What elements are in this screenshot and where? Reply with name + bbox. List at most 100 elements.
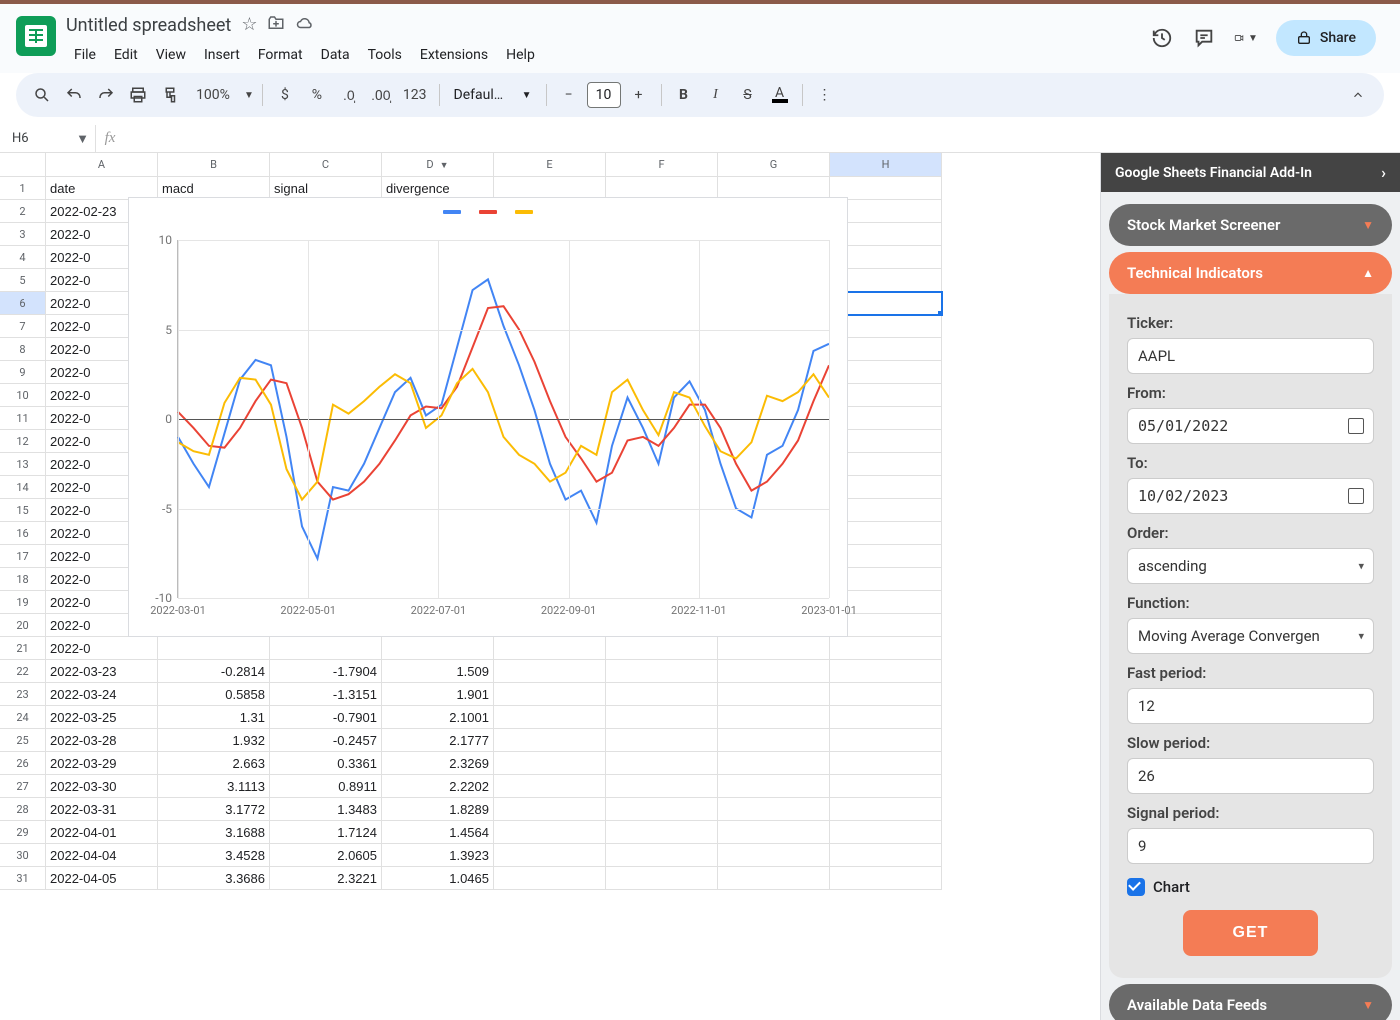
cell[interactable]: [606, 844, 718, 867]
cell[interactable]: [158, 637, 270, 660]
col-header-C[interactable]: C: [270, 153, 382, 177]
row-header[interactable]: 23: [0, 683, 46, 706]
cell[interactable]: 2.663: [158, 752, 270, 775]
cell[interactable]: [606, 798, 718, 821]
text-color-icon[interactable]: A: [766, 80, 794, 110]
to-input[interactable]: 10/02/2023: [1127, 478, 1374, 514]
cell[interactable]: [270, 637, 382, 660]
cell[interactable]: [830, 729, 942, 752]
cell[interactable]: [718, 775, 830, 798]
row-header[interactable]: 9: [0, 361, 46, 384]
cell[interactable]: 2022-03-30: [46, 775, 158, 798]
cell[interactable]: 1.0465: [382, 867, 494, 890]
menu-help[interactable]: Help: [498, 43, 543, 67]
history-icon[interactable]: [1150, 26, 1174, 50]
row-header[interactable]: 16: [0, 522, 46, 545]
cell[interactable]: 2022-03-28: [46, 729, 158, 752]
collapse-toolbar-icon[interactable]: [1344, 80, 1372, 110]
get-button[interactable]: GET: [1183, 910, 1319, 956]
undo-icon[interactable]: [60, 80, 88, 110]
menu-file[interactable]: File: [66, 43, 104, 67]
signal-input[interactable]: 9: [1127, 828, 1374, 864]
cell[interactable]: -1.7904: [270, 660, 382, 683]
cell[interactable]: 1.509: [382, 660, 494, 683]
row-header[interactable]: 17: [0, 545, 46, 568]
row-header[interactable]: 26: [0, 752, 46, 775]
decrease-decimal-icon[interactable]: .0̩: [335, 80, 363, 110]
cell[interactable]: [494, 844, 606, 867]
cell[interactable]: [830, 683, 942, 706]
cell[interactable]: [494, 637, 606, 660]
cell[interactable]: [606, 637, 718, 660]
row-header[interactable]: 21: [0, 637, 46, 660]
menu-format[interactable]: Format: [250, 43, 311, 67]
row-header[interactable]: 31: [0, 867, 46, 890]
font-inc-icon[interactable]: +: [625, 80, 653, 110]
menu-data[interactable]: Data: [313, 43, 358, 67]
cell[interactable]: 2.3221: [270, 867, 382, 890]
row-header[interactable]: 3: [0, 223, 46, 246]
row-header[interactable]: 15: [0, 499, 46, 522]
cell[interactable]: -1.3151: [270, 683, 382, 706]
cell[interactable]: [494, 683, 606, 706]
cell[interactable]: 3.1688: [158, 821, 270, 844]
share-button[interactable]: Share: [1276, 20, 1376, 56]
sheets-logo[interactable]: [16, 16, 56, 56]
search-icon[interactable]: [28, 80, 56, 110]
menu-extensions[interactable]: Extensions: [412, 43, 496, 67]
chart-checkbox[interactable]: [1127, 878, 1145, 896]
row-header[interactable]: 18: [0, 568, 46, 591]
cell[interactable]: 2.2202: [382, 775, 494, 798]
row-header[interactable]: 4: [0, 246, 46, 269]
cell[interactable]: 2022-03-25: [46, 706, 158, 729]
doc-title[interactable]: Untitled spreadsheet: [66, 15, 231, 36]
cell[interactable]: 1.3483: [270, 798, 382, 821]
cell[interactable]: 1.7124: [270, 821, 382, 844]
cell[interactable]: [718, 844, 830, 867]
col-header-F[interactable]: F: [606, 153, 718, 177]
cell[interactable]: 2022-0: [46, 637, 158, 660]
more-icon[interactable]: ⋮: [811, 80, 839, 110]
cell[interactable]: [494, 729, 606, 752]
menu-view[interactable]: View: [148, 43, 194, 67]
row-header[interactable]: 24: [0, 706, 46, 729]
cell[interactable]: [606, 867, 718, 890]
col-header-D[interactable]: D▼: [382, 153, 494, 177]
row-header[interactable]: 12: [0, 430, 46, 453]
cell[interactable]: [718, 752, 830, 775]
function-select[interactable]: Moving Average Convergen: [1127, 618, 1374, 654]
cell[interactable]: [830, 706, 942, 729]
cloud-icon[interactable]: [295, 14, 315, 37]
format-123-icon[interactable]: 123: [399, 80, 431, 110]
order-select[interactable]: ascending: [1127, 548, 1374, 584]
row-header[interactable]: 5: [0, 269, 46, 292]
cell[interactable]: 2022-03-23: [46, 660, 158, 683]
cell[interactable]: [718, 683, 830, 706]
accordion-screener[interactable]: Stock Market Screener ▼: [1109, 204, 1392, 246]
menu-edit[interactable]: Edit: [106, 43, 146, 67]
cell[interactable]: [382, 637, 494, 660]
move-icon[interactable]: [267, 14, 285, 37]
ticker-input[interactable]: AAPL: [1127, 338, 1374, 374]
zoom-select[interactable]: 100%: [188, 80, 238, 110]
cell[interactable]: [830, 752, 942, 775]
comment-icon[interactable]: [1192, 26, 1216, 50]
cell[interactable]: [494, 867, 606, 890]
col-header-G[interactable]: G: [718, 153, 830, 177]
increase-decimal-icon[interactable]: .00̩: [367, 80, 395, 110]
select-all-corner[interactable]: [0, 153, 46, 177]
row-header[interactable]: 7: [0, 315, 46, 338]
cell[interactable]: [606, 660, 718, 683]
cell[interactable]: [606, 775, 718, 798]
cell[interactable]: 2.1001: [382, 706, 494, 729]
row-header[interactable]: 1: [0, 177, 46, 200]
cell[interactable]: [718, 821, 830, 844]
cell[interactable]: [830, 637, 942, 660]
row-header[interactable]: 25: [0, 729, 46, 752]
cell[interactable]: [494, 706, 606, 729]
col-header-E[interactable]: E: [494, 153, 606, 177]
row-header[interactable]: 28: [0, 798, 46, 821]
cell[interactable]: 0.3361: [270, 752, 382, 775]
cell[interactable]: [718, 706, 830, 729]
cell[interactable]: 3.1113: [158, 775, 270, 798]
